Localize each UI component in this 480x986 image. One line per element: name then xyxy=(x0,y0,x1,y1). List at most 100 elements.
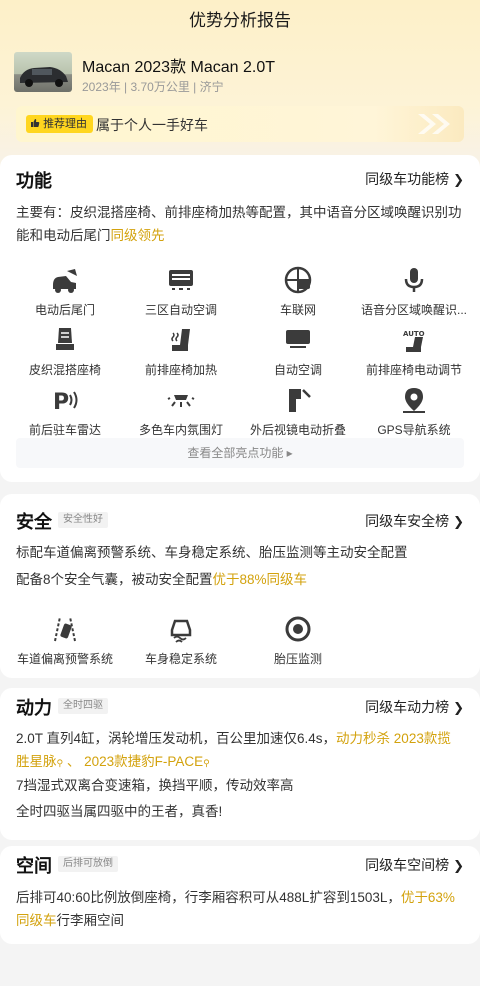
features-ranking-link-label: 同级车功能榜 xyxy=(365,171,450,187)
safety-title: 安全 xyxy=(16,512,52,532)
decorative-arrows-icon xyxy=(418,114,450,134)
power-line-3: 全时四驱当属四驱中的王者，真香! xyxy=(16,804,223,819)
feature-item[interactable]: 前排座椅加热 xyxy=(121,325,241,378)
page-title: 优势分析报告 xyxy=(189,11,291,30)
seat-power-adjust-icon: AUTO xyxy=(403,330,425,352)
feature-item[interactable]: 电动后尾门 xyxy=(5,265,125,318)
power-card: 动力 全时四驱 同级车动力榜 ❯ 2.0T 直列4缸，涡轮增压发动机，百公里加速仅… xyxy=(0,688,480,840)
feature-label: 多色车内氛围灯 xyxy=(138,423,223,437)
feature-item[interactable]: 语音分区域唤醒识... xyxy=(354,265,474,318)
feature-label: 车联网 xyxy=(279,303,316,317)
parking-radar-icon: P xyxy=(53,390,78,415)
power-tailgate-icon xyxy=(53,269,77,293)
safety-card: 安全 安全性好 同级车安全榜 ❯ 标配车道偏离预警系统、车身稳定系统、胎压监测等主… xyxy=(0,494,480,678)
features-description: 主要有：皮织混搭座椅、前排座椅加热等配置，其中语音分区域唤醒识别功能和电动后尾门… xyxy=(16,201,464,247)
feature-label: 前后驻车雷达 xyxy=(28,423,101,437)
seat-heating-icon xyxy=(171,329,190,351)
feature-item[interactable]: P 前后驻车雷达 xyxy=(5,385,125,438)
safety-ranking-link-label: 同级车安全榜 xyxy=(365,513,450,529)
feature-label: 自动空调 xyxy=(273,363,322,377)
feature-item[interactable]: 多色车内氛围灯 xyxy=(121,385,241,438)
space-title: 空间 xyxy=(16,856,52,876)
safety-item-label: 车身稳定系统 xyxy=(144,652,217,666)
power-line-2: 7挡湿式双离合变速箱，换挡平顺，传动效率高 xyxy=(16,778,294,793)
connected-car-icon xyxy=(284,266,312,294)
tri-zone-ac-icon xyxy=(169,270,193,290)
feature-item[interactable]: 三区自动空调 xyxy=(121,265,241,318)
mirror-fold-icon xyxy=(289,389,311,412)
feature-item[interactable]: 车联网 xyxy=(238,265,358,318)
power-badge: 全时四驱 xyxy=(58,698,108,714)
feature-item[interactable]: GPS导航系统 xyxy=(354,385,474,438)
features-title: 功能 xyxy=(16,171,52,191)
safety-line-2-text: 配备8个安全气囊，被动安全配置 xyxy=(16,572,213,587)
power-line-1-text: 2.0T 直列4缸，涡轮增压发动机，百公里加速仅6.4s， xyxy=(16,731,337,746)
features-card: 功能 同级车功能榜 ❯ 主要有：皮织混搭座椅、前排座椅加热等配置，其中语音分区域唤… xyxy=(0,155,480,482)
features-description-text: 主要有：皮织混搭座椅、前排座椅加热等配置，其中语音分区域唤醒识别功能和电动后尾门 xyxy=(16,205,462,243)
recommend-reason-text: 属于个人一手好车 xyxy=(96,117,208,133)
compare-link-label: 2023款捷豹F-PACE xyxy=(84,754,204,769)
car-meta: 2023年 | 3.70万公里 | 济宁 xyxy=(82,80,224,94)
compare-link[interactable]: 2023款捷豹F-PACE⚲ xyxy=(84,754,210,769)
space-line-text: 后排可40:60比例放倒座椅，行李厢容积可从488L扩容到1503L， xyxy=(16,890,401,905)
safety-item-label: 车道偏离预警系统 xyxy=(16,652,113,666)
recommend-reason-tag: 推荐理由 xyxy=(26,115,94,133)
space-line-suffix: 行李厢空间 xyxy=(56,913,125,928)
leather-seat-icon xyxy=(56,328,74,350)
space-badge: 后排可放倒 xyxy=(58,856,118,872)
safety-item-label: 胎压监测 xyxy=(273,652,322,666)
tire-pressure-icon xyxy=(285,616,311,642)
ambient-light-icon xyxy=(167,395,195,407)
space-card: 空间 后排可放倒 同级车空间榜 ❯ 后排可40:60比例放倒座椅，行李厢容积可从4… xyxy=(0,846,480,944)
feature-label: 前排座椅电动调节 xyxy=(365,363,462,377)
safety-line-1: 标配车道偏离预警系统、车身稳定系统、胎压监测等主动安全配置 xyxy=(16,545,408,560)
search-icon: ⚲ xyxy=(203,758,210,768)
car-summary[interactable]: Macan 2023款 Macan 2.0T 2023年 | 3.70万公里 |… xyxy=(14,52,466,96)
stability-control-icon xyxy=(170,619,192,643)
space-line: 后排可40:60比例放倒座椅，行李厢容积可从488L扩容到1503L，优于63%… xyxy=(16,886,464,932)
safety-line-2-highlight: 优于88%同级车 xyxy=(212,572,308,587)
car-title: Macan 2023款 Macan 2.0T xyxy=(82,59,275,76)
feature-item[interactable]: 外后视镜电动折叠 xyxy=(238,385,358,438)
power-ranking-link-label: 同级车动力榜 xyxy=(365,699,450,715)
power-line-1-separator: 、 xyxy=(63,754,85,769)
space-ranking-link[interactable]: 同级车空间榜 ❯ xyxy=(365,855,464,875)
safety-item[interactable]: 胎压监测 xyxy=(238,614,358,667)
power-line-1: 2.0T 直列4缸，涡轮增压发动机，百公里加速仅6.4s，动力秒杀 2023款揽… xyxy=(16,727,464,775)
power-ranking-link[interactable]: 同级车动力榜 ❯ xyxy=(365,697,464,717)
safety-ranking-link[interactable]: 同级车安全榜 ❯ xyxy=(365,511,464,531)
feature-item[interactable]: 自动空调 xyxy=(238,325,358,378)
safety-item[interactable]: 车道偏离预警系统 xyxy=(5,614,125,667)
features-description-highlight: 同级领先 xyxy=(110,228,165,243)
voice-microphone-icon xyxy=(404,268,424,292)
feature-label: 外后视镜电动折叠 xyxy=(249,423,346,437)
feature-item[interactable]: AUTO 前排座椅电动调节 xyxy=(354,325,474,378)
see-all-features-button[interactable]: 查看全部亮点功能 ▸ xyxy=(16,438,464,468)
safety-line-2: 配备8个安全气囊，被动安全配置优于88%同级车 xyxy=(16,568,464,591)
feature-label: GPS导航系统 xyxy=(377,423,451,437)
space-ranking-link-label: 同级车空间榜 xyxy=(365,857,450,873)
recommend-reason-tag-label: 推荐理由 xyxy=(43,118,88,130)
power-title: 动力 xyxy=(16,698,52,718)
thumbs-up-icon xyxy=(30,118,43,130)
feature-label: 皮织混搭座椅 xyxy=(28,363,101,377)
feature-label: 前排座椅加热 xyxy=(144,363,217,377)
auto-ac-icon xyxy=(286,330,310,348)
chevron-right-icon: ❯ xyxy=(453,858,464,873)
feature-label: 语音分区域唤醒识... xyxy=(360,303,467,317)
svg-text:P: P xyxy=(53,390,69,415)
features-ranking-link[interactable]: 同级车功能榜 ❯ xyxy=(365,169,464,189)
car-thumbnail xyxy=(14,52,72,92)
chevron-right-icon: ❯ xyxy=(453,514,464,529)
feature-item[interactable]: 皮织混搭座椅 xyxy=(5,325,125,378)
gps-navigation-icon xyxy=(403,388,425,413)
safety-badge: 安全性好 xyxy=(58,512,108,528)
feature-label: 电动后尾门 xyxy=(34,303,95,317)
svg-text:AUTO: AUTO xyxy=(403,330,425,338)
safety-item[interactable]: 车身稳定系统 xyxy=(121,614,241,667)
feature-label: 三区自动空调 xyxy=(144,303,217,317)
chevron-right-icon: ❯ xyxy=(453,172,464,187)
recommend-reason: 推荐理由 属于个人一手好车 xyxy=(16,106,464,142)
lane-departure-icon xyxy=(54,616,76,642)
chevron-right-icon: ❯ xyxy=(453,700,464,715)
